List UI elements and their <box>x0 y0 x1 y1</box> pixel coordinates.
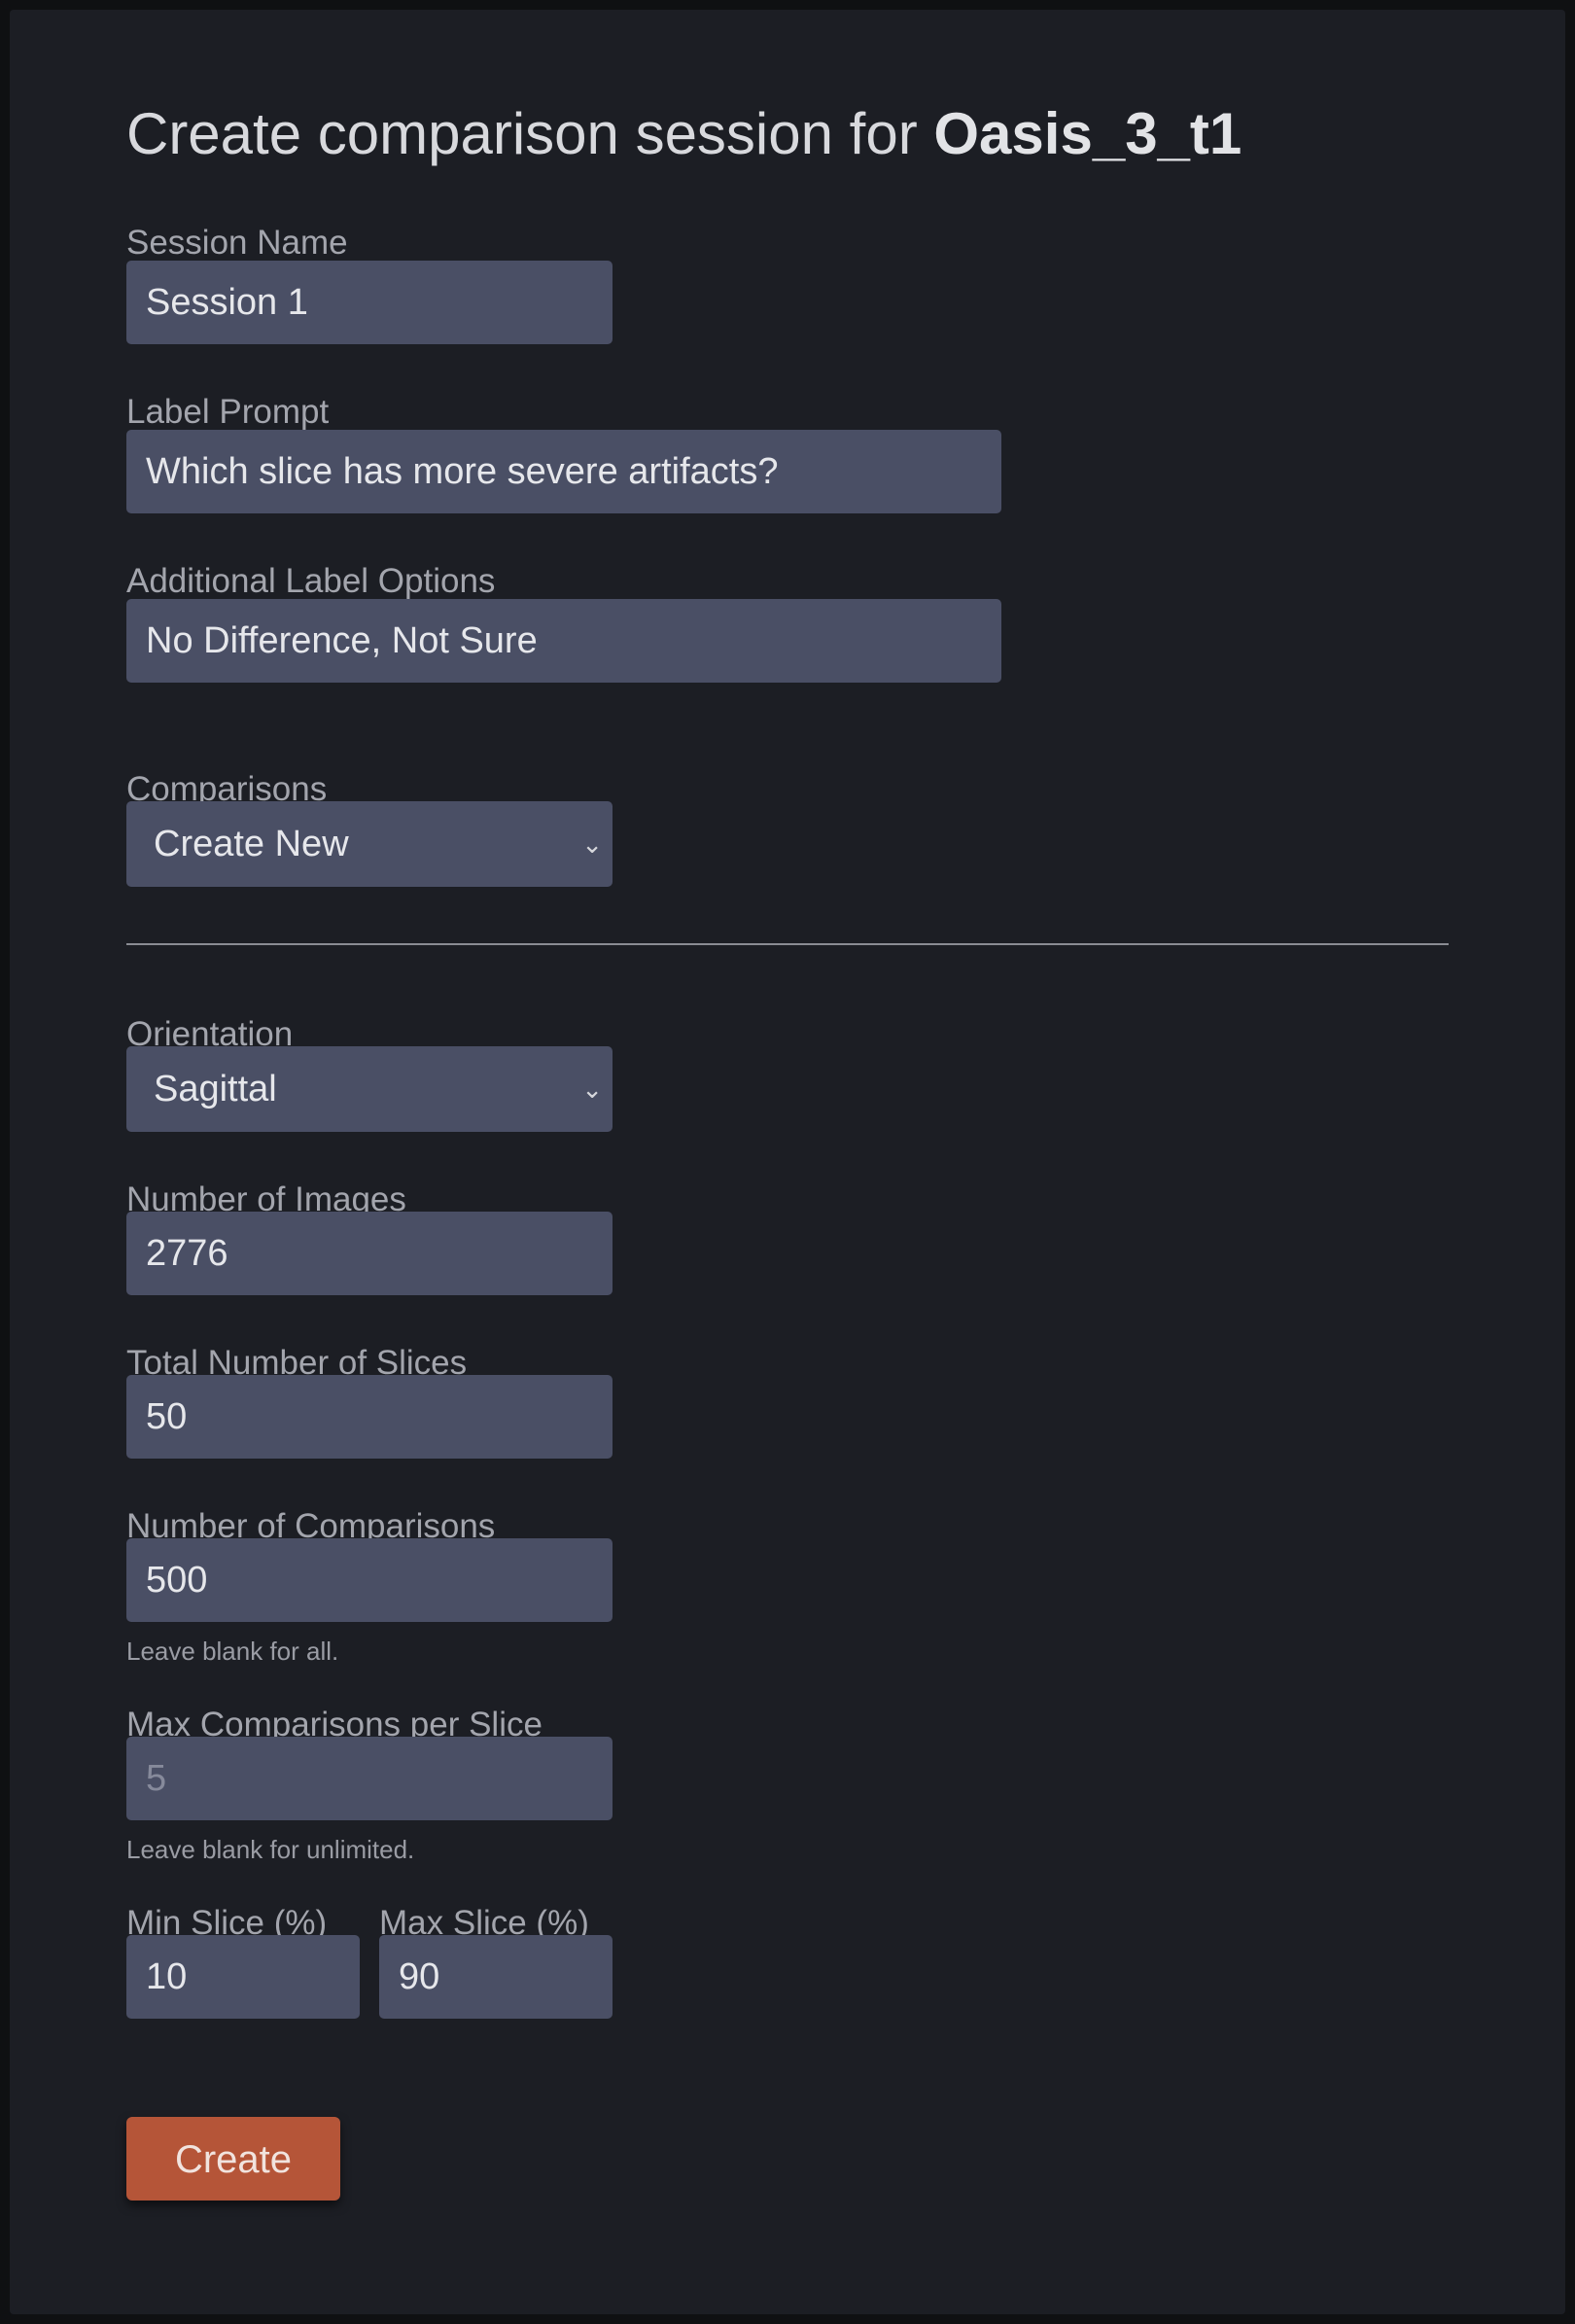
create-button[interactable]: Create <box>126 2117 340 2201</box>
chevron-down-icon: ⌄ <box>581 829 603 859</box>
max-comparisons-per-slice-input[interactable] <box>126 1737 612 1820</box>
number-of-images-input[interactable] <box>126 1212 612 1295</box>
section-divider <box>126 943 1449 945</box>
session-name-input[interactable] <box>126 261 612 344</box>
max-comparisons-per-slice-help: Leave blank for unlimited. <box>126 1835 415 1864</box>
additional-label-options-input[interactable] <box>126 599 1001 683</box>
session-name-label: Session Name <box>126 224 348 262</box>
chevron-down-icon: ⌄ <box>581 1074 603 1104</box>
comparisons-selected-value: Create New <box>154 824 349 864</box>
max-slice-input[interactable] <box>379 1935 612 2019</box>
page-title-prefix: Create comparison session for <box>126 101 934 166</box>
orientation-select[interactable]: Sagittal ⌄ <box>126 1046 612 1132</box>
dataset-name: Oasis_3_t1 <box>933 101 1242 166</box>
number-of-comparisons-help: Leave blank for all. <box>126 1637 339 1666</box>
form-panel: Create comparison session for Oasis_3_t1… <box>10 10 1565 2314</box>
additional-label-options-label: Additional Label Options <box>126 562 496 600</box>
comparisons-select[interactable]: Create New ⌄ <box>126 801 612 887</box>
orientation-selected-value: Sagittal <box>154 1069 277 1109</box>
label-prompt-input[interactable] <box>126 430 1001 513</box>
min-slice-input[interactable] <box>126 1935 360 2019</box>
page-title: Create comparison session for Oasis_3_t1 <box>126 97 1242 171</box>
number-of-comparisons-input[interactable] <box>126 1538 612 1622</box>
total-number-of-slices-input[interactable] <box>126 1375 612 1459</box>
label-prompt-label: Label Prompt <box>126 393 330 431</box>
